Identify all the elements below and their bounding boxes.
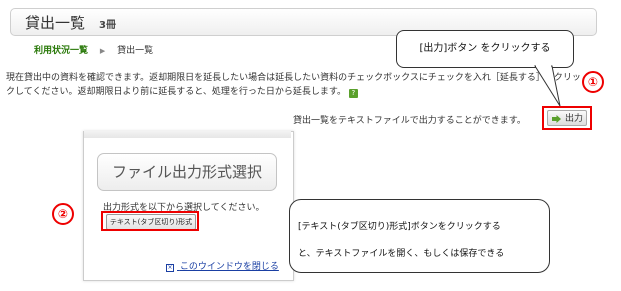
close-icon: × [166,264,174,272]
step-marker-2: ② [52,203,74,225]
export-description: 貸出一覧をテキストファイルで出力することができます。 [293,116,526,126]
callout-step-2: [テキスト(タブ区切り)形式]ボタンをクリックする と、テキストファイルを開く、… [289,199,550,273]
callout-step-1: [出力]ボタン をクリックする [396,30,574,68]
page-title: 貸出一覧 [25,14,86,32]
callout2-line2: と、テキストファイルを開く、もしくは保存できる [298,249,505,259]
step-marker-1: ① [582,71,604,93]
breadcrumb-current: 貸出一覧 [117,46,154,56]
highlight-output-button [542,106,592,130]
loan-count: 3冊 [99,20,116,31]
instructions-text: 現在貸出中の資料を確認できます。返却期限日を延長したい場合は延長したい資料のチェ… [6,71,586,99]
close-window-link[interactable]: × このウインドウを閉じる [166,259,279,272]
dialog-top-bar [84,131,291,138]
highlight-tsv-button [101,211,199,231]
callout2-line1: [テキスト(タブ区切り)形式]ボタンをクリックする [298,222,501,232]
instructions-line: 現在貸出中の資料を確認できます。返却期限日を延長したい場合は延長したい資料のチェ… [6,73,581,97]
breadcrumb-link-usage[interactable]: 利用状況一覧 [34,46,88,56]
breadcrumb-separator-icon: ▶ [99,47,106,55]
help-icon[interactable]: ? [348,89,358,98]
close-window-label: このウインドウを閉じる [179,262,279,272]
breadcrumb: 利用状況一覧 ▶ 貸出一覧 [34,43,153,56]
file-format-select-button[interactable]: ファイル出力形式選択 [97,153,277,191]
